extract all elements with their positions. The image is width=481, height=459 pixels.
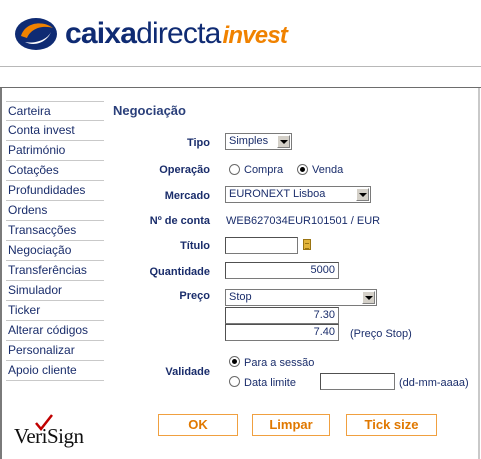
mercado-label: Mercado (164, 190, 210, 202)
sidebar-item-patrimonio[interactable]: Património (6, 141, 104, 161)
logo-invest: invest (222, 22, 288, 49)
mercado-select-value: EURONEXT Lisboa (229, 188, 326, 200)
verisign-logo[interactable]: VeriSign (14, 414, 104, 448)
preco-type-value: Stop (229, 291, 252, 303)
quantidade-input[interactable]: 5000 (225, 262, 339, 279)
preco-stop-label: (Preço Stop) (350, 328, 412, 340)
sidebar-item-ticker[interactable]: Ticker (6, 301, 104, 321)
operacao-compra-radio[interactable] (229, 164, 240, 175)
sidebar-item-alterar-codigos[interactable]: Alterar códigos (6, 321, 104, 341)
tipo-select-value: Simples (229, 135, 269, 147)
header-divider (0, 66, 481, 67)
chevron-down-icon (277, 135, 290, 148)
logo-directa: directa (136, 17, 221, 50)
sidebar-item-simulador[interactable]: Simulador (6, 281, 104, 301)
content-top-border (0, 87, 481, 88)
sidebar-nav: Carteira Conta invest Património Cotaçõe… (6, 101, 104, 381)
sidebar-item-apoio-cliente[interactable]: Apoio cliente (6, 361, 104, 381)
tipo-label: Tipo (186, 137, 210, 149)
content-right-border (478, 88, 480, 459)
sidebar-item-personalizar[interactable]: Personalizar (6, 341, 104, 361)
caixadirecta-invest-logo: caixadirectainvest (13, 12, 313, 56)
conta-value: WEB627034EUR101501 / EUR (226, 215, 381, 227)
logo-caixa: caixa (65, 17, 137, 50)
titulo-label: Título (180, 240, 210, 252)
caixa-swirl-icon (15, 18, 57, 50)
validade-sessao-label: Para a sessão (244, 357, 315, 369)
logo-wordmark: caixadirectainvest (65, 17, 288, 52)
data-limite-input[interactable] (320, 373, 395, 390)
conta-label: Nº de conta (149, 215, 210, 227)
mercado-select[interactable]: EURONEXT Lisboa (225, 186, 371, 203)
chevron-down-icon (356, 188, 369, 201)
sidebar-item-ordens[interactable]: Ordens (6, 201, 104, 221)
validade-data-label: Data limite (244, 377, 296, 389)
page-title: Negociação (113, 103, 186, 118)
operacao-venda-radio[interactable] (297, 164, 308, 175)
tipo-select[interactable]: Simples (225, 133, 292, 150)
verisign-wordmark: VeriSign (14, 424, 84, 448)
chevron-down-icon (362, 291, 375, 304)
sidebar-item-carteira[interactable]: Carteira (6, 101, 104, 121)
content-left-border (0, 88, 2, 459)
validade-data-radio[interactable] (229, 376, 240, 387)
preco-type-select[interactable]: Stop (225, 289, 377, 306)
operacao-compra-label: Compra (244, 164, 284, 176)
preco-input[interactable]: 7.30 (225, 307, 339, 324)
sidebar-item-profundidades[interactable]: Profundidades (6, 181, 104, 201)
titulo-input[interactable] (225, 237, 298, 254)
sidebar-item-transaccoes[interactable]: Transacções (6, 221, 104, 241)
sidebar-item-negociacao[interactable]: Negociação (6, 241, 104, 261)
preco-label: Preço (179, 290, 210, 302)
titulo-lookup-icon[interactable] (303, 239, 311, 250)
preco-stop-input[interactable]: 7.40 (225, 324, 339, 341)
validade-label: Validade (165, 366, 210, 378)
sidebar-item-transferencias[interactable]: Transferências (6, 261, 104, 281)
ok-button[interactable]: OK (158, 414, 238, 436)
operacao-venda-label: Venda (312, 164, 344, 176)
limpar-button[interactable]: Limpar (252, 414, 330, 436)
sidebar-item-conta-invest[interactable]: Conta invest (6, 121, 104, 141)
tick-size-button[interactable]: Tick size (346, 414, 437, 436)
sidebar-item-cotacoes[interactable]: Cotações (6, 161, 104, 181)
quantidade-label: Quantidade (149, 266, 210, 278)
operacao-label: Operação (159, 164, 210, 176)
validade-sessao-radio[interactable] (229, 356, 240, 367)
data-limite-hint: (dd-mm-aaaa) (399, 377, 469, 389)
